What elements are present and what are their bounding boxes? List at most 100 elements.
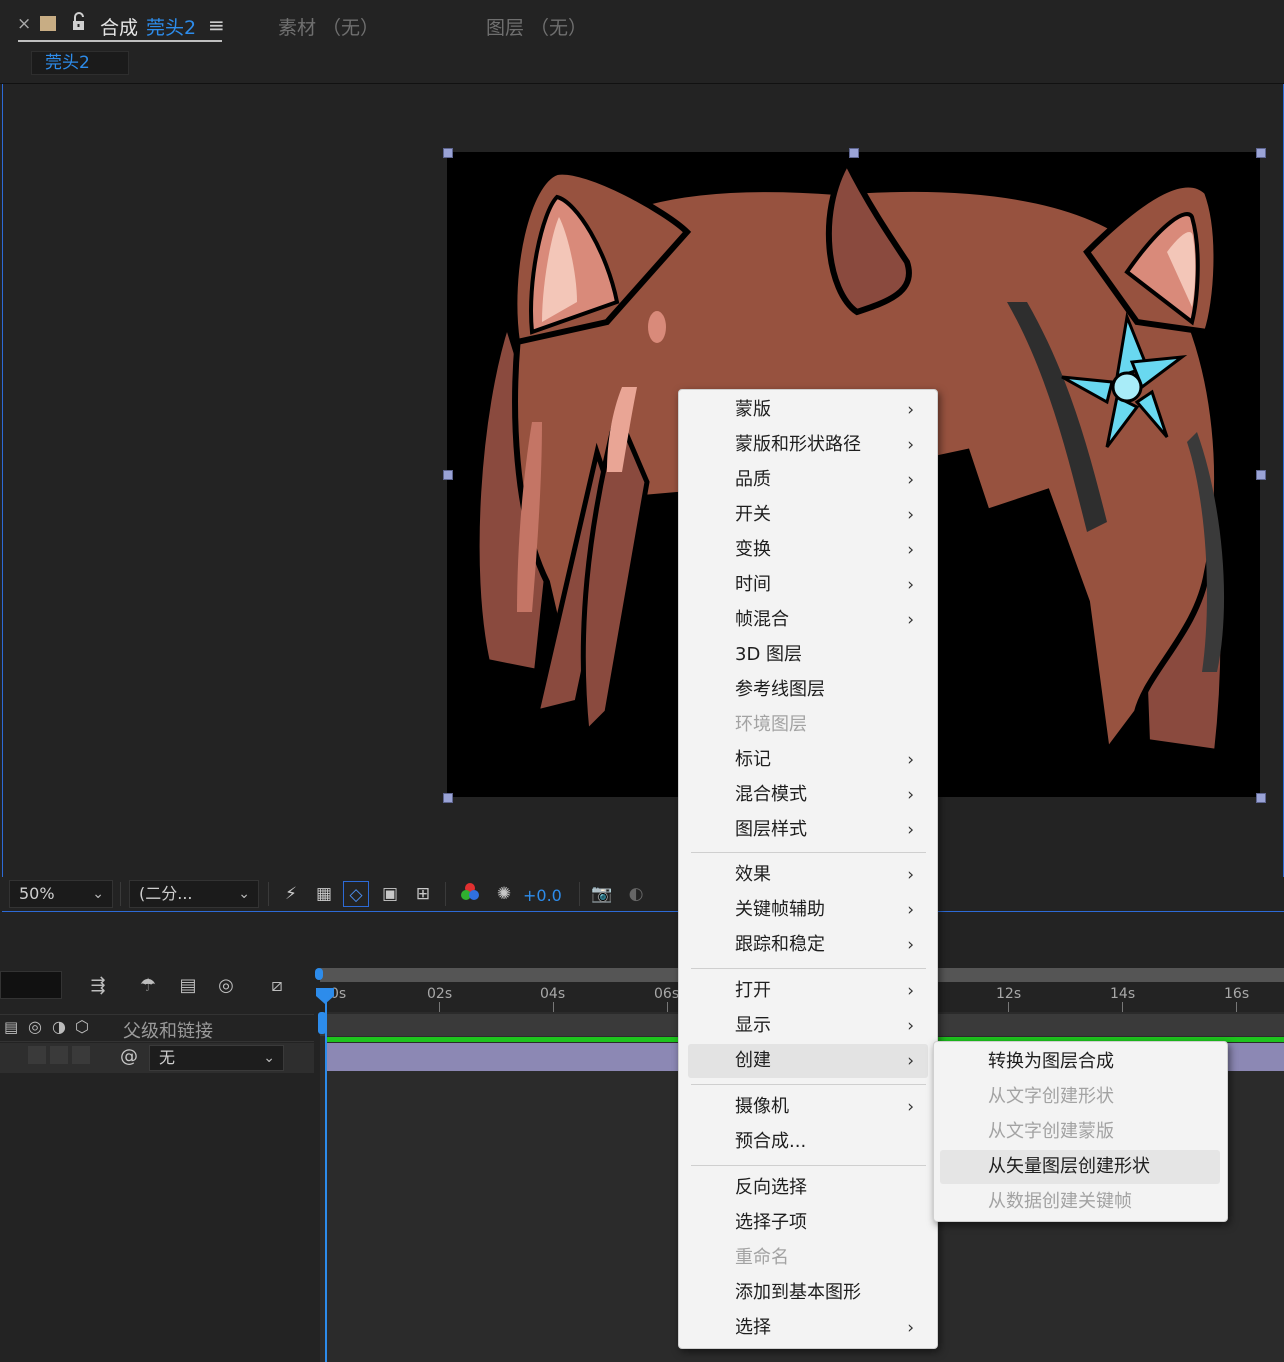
shy-layers-icon[interactable]: ☂: [135, 973, 161, 999]
menu-item-label: 选择子项: [735, 1212, 807, 1233]
context-menu-item[interactable]: 创建 ›: [688, 1044, 928, 1078]
menu-separator: [691, 1084, 926, 1085]
camera-snapshot-icon[interactable]: 📷: [589, 881, 615, 907]
chevron-down-icon: ⌄: [238, 886, 250, 902]
context-menu-item[interactable]: 蒙版 ›: [688, 393, 928, 427]
context-menu-item[interactable]: 蒙版和形状路径 ›: [688, 428, 928, 462]
context-menu-item[interactable]: 标记 ›: [688, 743, 928, 777]
menu-item-label: 3D 图层: [735, 644, 803, 665]
layer-switch[interactable]: [72, 1046, 90, 1064]
transform-handle[interactable]: [443, 470, 453, 480]
menu-item-label: 蒙版: [735, 399, 771, 420]
menu-item-label: 打开: [735, 980, 771, 1001]
panel-menu-icon[interactable]: ≡: [208, 13, 225, 37]
grid-guides-icon[interactable]: ⊞: [410, 881, 436, 907]
menu-item-label: 添加到基本图形: [735, 1282, 861, 1303]
context-menu-item[interactable]: 参考线图层: [688, 673, 928, 707]
composition-tab-name[interactable]: 莞头2: [146, 13, 196, 40]
context-menu-item[interactable]: 反向选择: [688, 1171, 928, 1205]
composition-flowchart-icon[interactable]: ⇶: [85, 973, 111, 999]
resolution-dropdown[interactable]: (二分... ⌄: [129, 880, 259, 908]
chevron-right-icon: ›: [907, 1097, 914, 1117]
transform-handle[interactable]: [1256, 148, 1266, 158]
submenu-item-label: 从文字创建蒙版: [988, 1121, 1114, 1142]
mask-visibility-icon[interactable]: ◇: [343, 881, 369, 907]
exposure-reset-icon[interactable]: ✺: [491, 881, 517, 907]
context-menu-item[interactable]: 时间 ›: [688, 568, 928, 602]
3d-layer-icon[interactable]: ⬡: [75, 1017, 89, 1036]
context-menu-item[interactable]: 帧混合 ›: [688, 603, 928, 637]
context-menu-item[interactable]: 关键帧辅助 ›: [688, 893, 928, 927]
graph-editor-icon[interactable]: ⧄: [264, 973, 290, 999]
menu-item-label: 创建: [735, 1050, 771, 1071]
menu-item-label: 时间: [735, 574, 771, 595]
show-snapshot-icon[interactable]: ◐: [623, 881, 649, 907]
solo-icon[interactable]: ◎: [28, 1017, 42, 1036]
adjustment-icon[interactable]: ◑: [52, 1017, 66, 1036]
chevron-right-icon: ›: [907, 865, 914, 885]
context-menu-item[interactable]: 预合成...: [688, 1125, 928, 1159]
ruler-tick: [439, 1002, 440, 1012]
close-tab-button[interactable]: ×: [17, 14, 31, 34]
context-menu-item[interactable]: 显示 ›: [688, 1009, 928, 1043]
parent-link-column-header: 父级和链接: [123, 1021, 213, 1042]
context-menu-item[interactable]: 添加到基本图形: [688, 1276, 928, 1310]
transform-handle[interactable]: [443, 148, 453, 158]
context-menu-item[interactable]: 选择子项: [688, 1206, 928, 1240]
transform-handle[interactable]: [443, 793, 453, 803]
context-menu-item[interactable]: 打开 ›: [688, 974, 928, 1008]
transform-handle[interactable]: [1256, 470, 1266, 480]
comp-breadcrumb-tab[interactable]: 莞头2: [31, 51, 129, 75]
context-menu-item[interactable]: 混合模式 ›: [688, 778, 928, 812]
video-switch-icon[interactable]: ▤: [4, 1018, 18, 1036]
ruler-tick: [667, 1002, 668, 1012]
frame-blending-icon[interactable]: ▤: [175, 973, 201, 999]
motion-blur-icon[interactable]: ◎: [213, 973, 239, 999]
chevron-right-icon: ›: [907, 981, 914, 1001]
exposure-value[interactable]: +0.0: [523, 886, 562, 905]
context-menu-item[interactable]: 3D 图层: [688, 638, 928, 672]
composition-tab-label[interactable]: 合成: [100, 13, 138, 40]
layer-tab[interactable]: 图层 （无）: [486, 13, 587, 40]
menu-item-label: 帧混合: [735, 609, 789, 630]
menu-item-label: 预合成...: [735, 1131, 807, 1152]
ruler-tick: [1236, 1002, 1237, 1012]
footage-tab[interactable]: 素材 （无）: [278, 13, 379, 40]
fast-preview-icon[interactable]: ⚡: [278, 881, 304, 907]
context-menu-item[interactable]: 开关 ›: [688, 498, 928, 532]
submenu-item[interactable]: 从矢量图层创建形状: [940, 1150, 1220, 1184]
chevron-right-icon: ›: [907, 750, 914, 770]
timeline-search-field[interactable]: [0, 971, 62, 999]
transparency-grid-icon[interactable]: ▦: [311, 881, 337, 907]
navigator-start-handle[interactable]: [315, 968, 323, 980]
lock-icon[interactable]: [70, 12, 88, 32]
chevron-down-icon: ⌄: [263, 1050, 275, 1066]
color-channels-icon[interactable]: [457, 881, 483, 907]
region-of-interest-icon[interactable]: ▣: [377, 881, 403, 907]
chevron-right-icon: ›: [907, 1016, 914, 1036]
context-menu-item[interactable]: 品质 ›: [688, 463, 928, 497]
parent-dropdown[interactable]: 无 ⌄: [149, 1045, 284, 1071]
current-time-indicator[interactable]: [325, 990, 327, 1362]
context-menu-item[interactable]: 效果 ›: [688, 858, 928, 892]
layer-switch[interactable]: [28, 1046, 46, 1064]
chevron-right-icon: ›: [907, 470, 914, 490]
menu-item-label: 跟踪和稳定: [735, 934, 825, 955]
transform-handle[interactable]: [849, 148, 859, 158]
context-menu-item[interactable]: 摄像机 ›: [688, 1090, 928, 1124]
context-menu-item[interactable]: 选择 ›: [688, 1311, 928, 1345]
chevron-right-icon: ›: [907, 1051, 914, 1071]
ruler-tick: [553, 1002, 554, 1012]
submenu-item: 从文字创建蒙版: [940, 1115, 1220, 1149]
comp-color-swatch: [40, 16, 56, 31]
submenu-item[interactable]: 转换为图层合成: [940, 1045, 1220, 1079]
layer-switch[interactable]: [50, 1046, 68, 1064]
context-menu-item[interactable]: 图层样式 ›: [688, 813, 928, 847]
zoom-dropdown[interactable]: 50% ⌄: [9, 880, 113, 908]
chevron-right-icon: ›: [907, 505, 914, 525]
ruler-label: 06s: [654, 986, 680, 1002]
context-menu-item[interactable]: 变换 ›: [688, 533, 928, 567]
context-menu-item[interactable]: 跟踪和稳定 ›: [688, 928, 928, 962]
transform-handle[interactable]: [1256, 793, 1266, 803]
pick-whip-icon[interactable]: @: [120, 1046, 138, 1067]
